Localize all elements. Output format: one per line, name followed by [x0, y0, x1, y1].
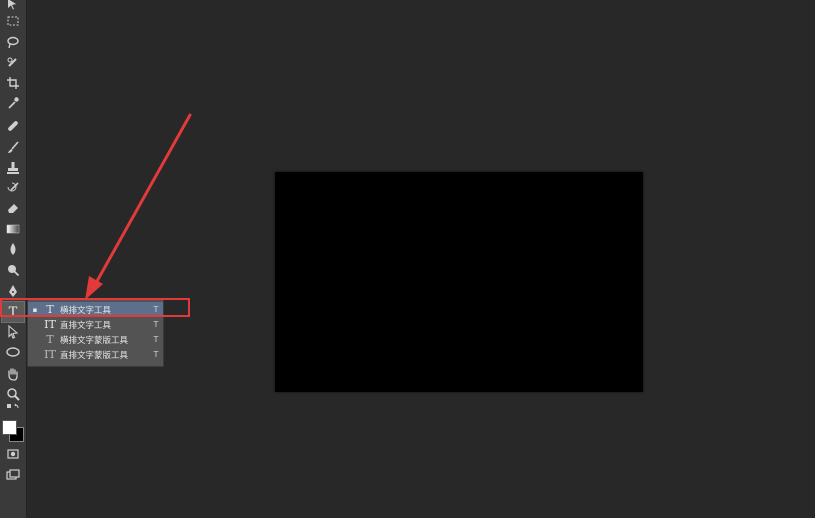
menu-item-label: 直排文字工具	[60, 320, 112, 331]
menu-item-shortcut: T	[153, 350, 159, 359]
path-select-icon[interactable]	[1, 322, 25, 342]
dodge-icon[interactable]	[1, 260, 25, 280]
menu-item-shortcut: T	[153, 335, 159, 344]
eraser-icon[interactable]	[1, 198, 25, 218]
vertical-type-mask-icon: IT	[44, 348, 56, 361]
menu-item-label: 横排文字蒙版工具	[60, 335, 129, 346]
healing-brush-icon[interactable]	[1, 116, 25, 136]
clone-stamp-icon[interactable]	[1, 158, 25, 178]
menu-item-label: 直排文字蒙版工具	[60, 350, 129, 361]
crop-icon[interactable]	[1, 73, 25, 93]
foreground-color-swatch[interactable]	[2, 420, 17, 435]
document-canvas[interactable]	[275, 172, 643, 392]
blur-icon[interactable]	[1, 239, 25, 259]
swap-colors-icon[interactable]	[1, 402, 25, 416]
zoom-icon[interactable]	[1, 384, 25, 404]
quick-mask-icon[interactable]	[1, 444, 25, 464]
eyedropper-icon[interactable]	[1, 93, 25, 113]
history-brush-icon[interactable]	[1, 178, 25, 198]
menu-item-shortcut: T	[153, 320, 159, 329]
ellipse-icon[interactable]	[1, 342, 25, 362]
tools-panel: T	[0, 0, 27, 518]
marquee-icon[interactable]	[1, 11, 25, 31]
hand-icon[interactable]	[1, 364, 25, 384]
horizontal-type-mask-icon: T	[46, 333, 54, 346]
gradient-icon[interactable]	[1, 219, 25, 239]
menu-item-horizontal-type-mask-tool[interactable]: T 横排文字蒙版工具 T	[28, 332, 163, 347]
vertical-type-icon: IT	[44, 318, 56, 331]
menu-item-vertical-type-mask-tool[interactable]: IT 直排文字蒙版工具 T	[28, 347, 163, 362]
lasso-icon[interactable]	[1, 32, 25, 52]
menu-item-vertical-type-tool[interactable]: IT 直排文字工具 T	[28, 317, 163, 332]
brush-icon[interactable]	[1, 137, 25, 157]
screen-mode-icon[interactable]	[1, 465, 25, 485]
annotation-highlight-box	[0, 298, 190, 317]
quick-select-icon[interactable]	[1, 52, 25, 72]
